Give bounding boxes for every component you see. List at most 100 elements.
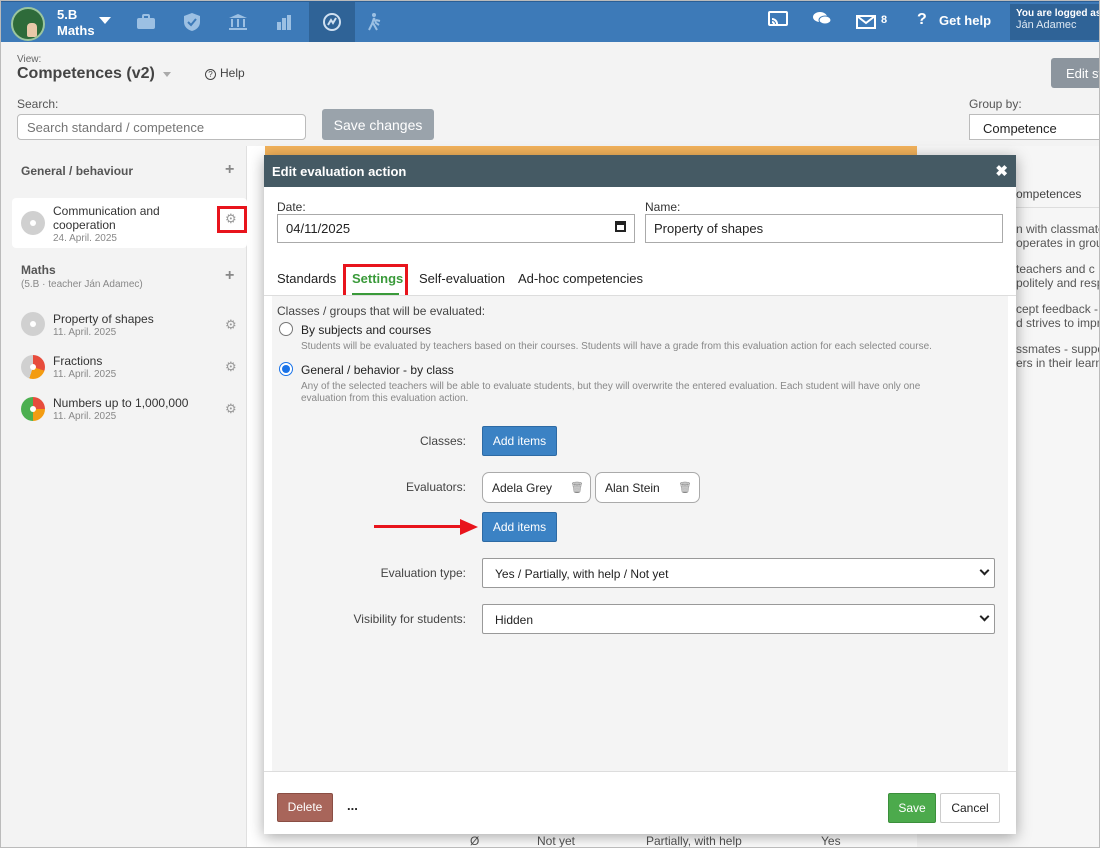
evaluator-chip: Adela Grey 🗑: [482, 472, 591, 503]
bar-chart-icon[interactable]: [261, 2, 307, 42]
tab-self-evaluation[interactable]: Self-evaluation: [419, 271, 505, 286]
sidebar-item-date: 24. April. 2025: [53, 233, 117, 244]
evaluation-type-value: Yes / Partially, with help / Not yet: [495, 567, 669, 581]
mail-icon[interactable]: [856, 13, 876, 34]
sidebar-item-fractions[interactable]: Fractions 11. April. 2025 ⚙: [12, 348, 247, 388]
gear-icon[interactable]: ⚙: [225, 359, 237, 375]
visibility-label: Visibility for students:: [353, 612, 467, 626]
date-field[interactable]: 04/11/2025: [277, 214, 635, 243]
add-general-plus-icon[interactable]: +: [225, 161, 234, 179]
tab-ad-hoc-competencies[interactable]: Ad-hoc competencies: [518, 271, 643, 286]
get-help-link[interactable]: Get help: [939, 13, 991, 28]
messages-count: 8: [881, 14, 888, 26]
calendar-icon[interactable]: [615, 221, 626, 232]
add-classes-button[interactable]: Add items: [482, 426, 557, 456]
search-input[interactable]: [17, 114, 306, 140]
hiking-icon[interactable]: [353, 2, 399, 42]
empty-symbol: Ø: [470, 834, 480, 848]
sidebar-item-title-line2: cooperation: [53, 218, 116, 232]
visibility-select[interactable]: Hidden: [482, 604, 995, 634]
trash-icon[interactable]: 🗑: [678, 481, 692, 494]
evaluator-chip: Alan Stein 🗑: [595, 472, 700, 503]
footer-divider: [264, 771, 1016, 772]
cell-partially: Partially, with help: [646, 834, 742, 848]
sidebar-item-title: Numbers up to 1,000,000: [53, 396, 189, 410]
save-changes-button[interactable]: Save changes: [322, 109, 434, 140]
sidebar: General / behaviour + Communication and …: [0, 146, 247, 848]
competence-text: ssmates - suppo: [1016, 342, 1100, 356]
shield-icon[interactable]: [169, 2, 215, 42]
competence-text: d strives to impr: [1016, 316, 1100, 330]
user-name: Ján Adamec: [1016, 19, 1077, 31]
evaluation-type-label: Evaluation type:: [380, 566, 466, 580]
add-maths-plus-icon[interactable]: +: [225, 267, 234, 285]
competence-text: politely and resp: [1016, 276, 1100, 290]
class-switch-caret-icon[interactable]: [99, 17, 111, 24]
group-by-select[interactable]: Competence: [969, 114, 1100, 140]
briefcase-icon[interactable]: [123, 2, 169, 42]
group-by-label: Group by:: [969, 97, 1022, 111]
progress-pie-icon: [21, 312, 45, 336]
delete-button[interactable]: Delete: [277, 793, 333, 822]
top-navigation-bar: 5.B Maths 8 ? Get help You are logged as…: [0, 0, 1100, 42]
trash-icon[interactable]: 🗑: [570, 481, 584, 494]
sidebar-group-subtitle: (5.B · teacher Ján Adamec): [21, 279, 143, 290]
competence-text: n with classmate: [1016, 222, 1100, 236]
page-title[interactable]: Competences (v2): [17, 65, 155, 83]
logged-as-label: You are logged as: [1016, 8, 1100, 19]
institution-icon[interactable]: [215, 2, 261, 42]
edit-button[interactable]: Edit st: [1051, 58, 1100, 88]
radio-by-subjects-description: Students will be evaluated by teachers b…: [301, 341, 932, 352]
sidebar-group-general: General / behaviour: [21, 164, 134, 178]
more-options-button[interactable]: ...: [347, 798, 358, 813]
cell-yes: Yes: [821, 834, 841, 848]
chat-icon[interactable]: [812, 10, 832, 33]
save-button[interactable]: Save: [888, 793, 936, 823]
competence-text: teachers and c: [1016, 262, 1095, 276]
sidebar-item-property-of-shapes[interactable]: Property of shapes 11. April. 2025 ⚙: [12, 306, 247, 346]
sidebar-item-date: 11. April. 2025: [53, 327, 117, 338]
subject-name[interactable]: Maths: [57, 23, 95, 38]
progress-pie-icon: [21, 355, 45, 379]
help-link[interactable]: ? Help: [205, 66, 245, 80]
name-label: Name:: [645, 200, 681, 214]
name-field[interactable]: Property of shapes: [645, 214, 1003, 243]
sidebar-item-numbers[interactable]: Numbers up to 1,000,000 11. April. 2025 …: [12, 390, 247, 430]
tab-standards[interactable]: Standards: [277, 271, 336, 286]
dialog-title: Edit evaluation action: [272, 164, 407, 179]
page-header: View: Competences (v2) ? Help Search: Sav…: [0, 42, 1100, 146]
sidebar-item-title: Fractions: [53, 354, 103, 368]
sidebar-group-maths: Maths: [21, 263, 56, 277]
evaluator-name: Alan Stein: [605, 481, 660, 495]
sidebar-item-date: 11. April. 2025: [53, 411, 117, 422]
chevron-down-icon: [979, 611, 990, 622]
cancel-button[interactable]: Cancel: [940, 793, 1000, 823]
classes-label: Classes:: [419, 434, 466, 448]
radio-general-by-class[interactable]: [279, 362, 293, 376]
gear-icon[interactable]: ⚙: [225, 317, 237, 333]
help-label: Help: [220, 66, 245, 80]
view-dropdown-caret-icon[interactable]: [163, 72, 171, 77]
radio-general-by-class-label[interactable]: General / behavior - by class: [301, 363, 454, 377]
competence-text: cept feedback -: [1016, 302, 1099, 316]
sidebar-item-communication[interactable]: Communication and cooperation 24. April.…: [12, 198, 247, 248]
date-label: Date:: [277, 200, 306, 214]
evaluation-type-select[interactable]: Yes / Partially, with help / Not yet: [482, 558, 995, 588]
radio-by-subjects[interactable]: [279, 322, 293, 336]
question-icon[interactable]: ?: [917, 11, 927, 29]
radio-by-subjects-label[interactable]: By subjects and courses: [301, 323, 431, 337]
competence-icon[interactable]: [309, 2, 355, 42]
close-icon[interactable]: ✖: [995, 162, 1008, 180]
cast-icon[interactable]: [768, 10, 788, 33]
class-avatar[interactable]: [11, 7, 45, 41]
dialog-header: Edit evaluation action ✖: [264, 155, 1016, 187]
class-name[interactable]: 5.B: [57, 8, 77, 22]
sidebar-item-title-line1: Communication and: [53, 204, 160, 218]
tab-competences[interactable]: ompetences: [1016, 187, 1081, 201]
user-menu[interactable]: You are logged as Ján Adamec: [1010, 4, 1100, 40]
add-evaluators-button[interactable]: Add items: [482, 512, 557, 542]
view-label: View:: [17, 54, 42, 65]
table-row: Ø Not yet Partially, with help Yes: [265, 832, 917, 848]
gear-icon[interactable]: ⚙: [225, 401, 237, 417]
date-value: 04/11/2025: [286, 221, 351, 236]
